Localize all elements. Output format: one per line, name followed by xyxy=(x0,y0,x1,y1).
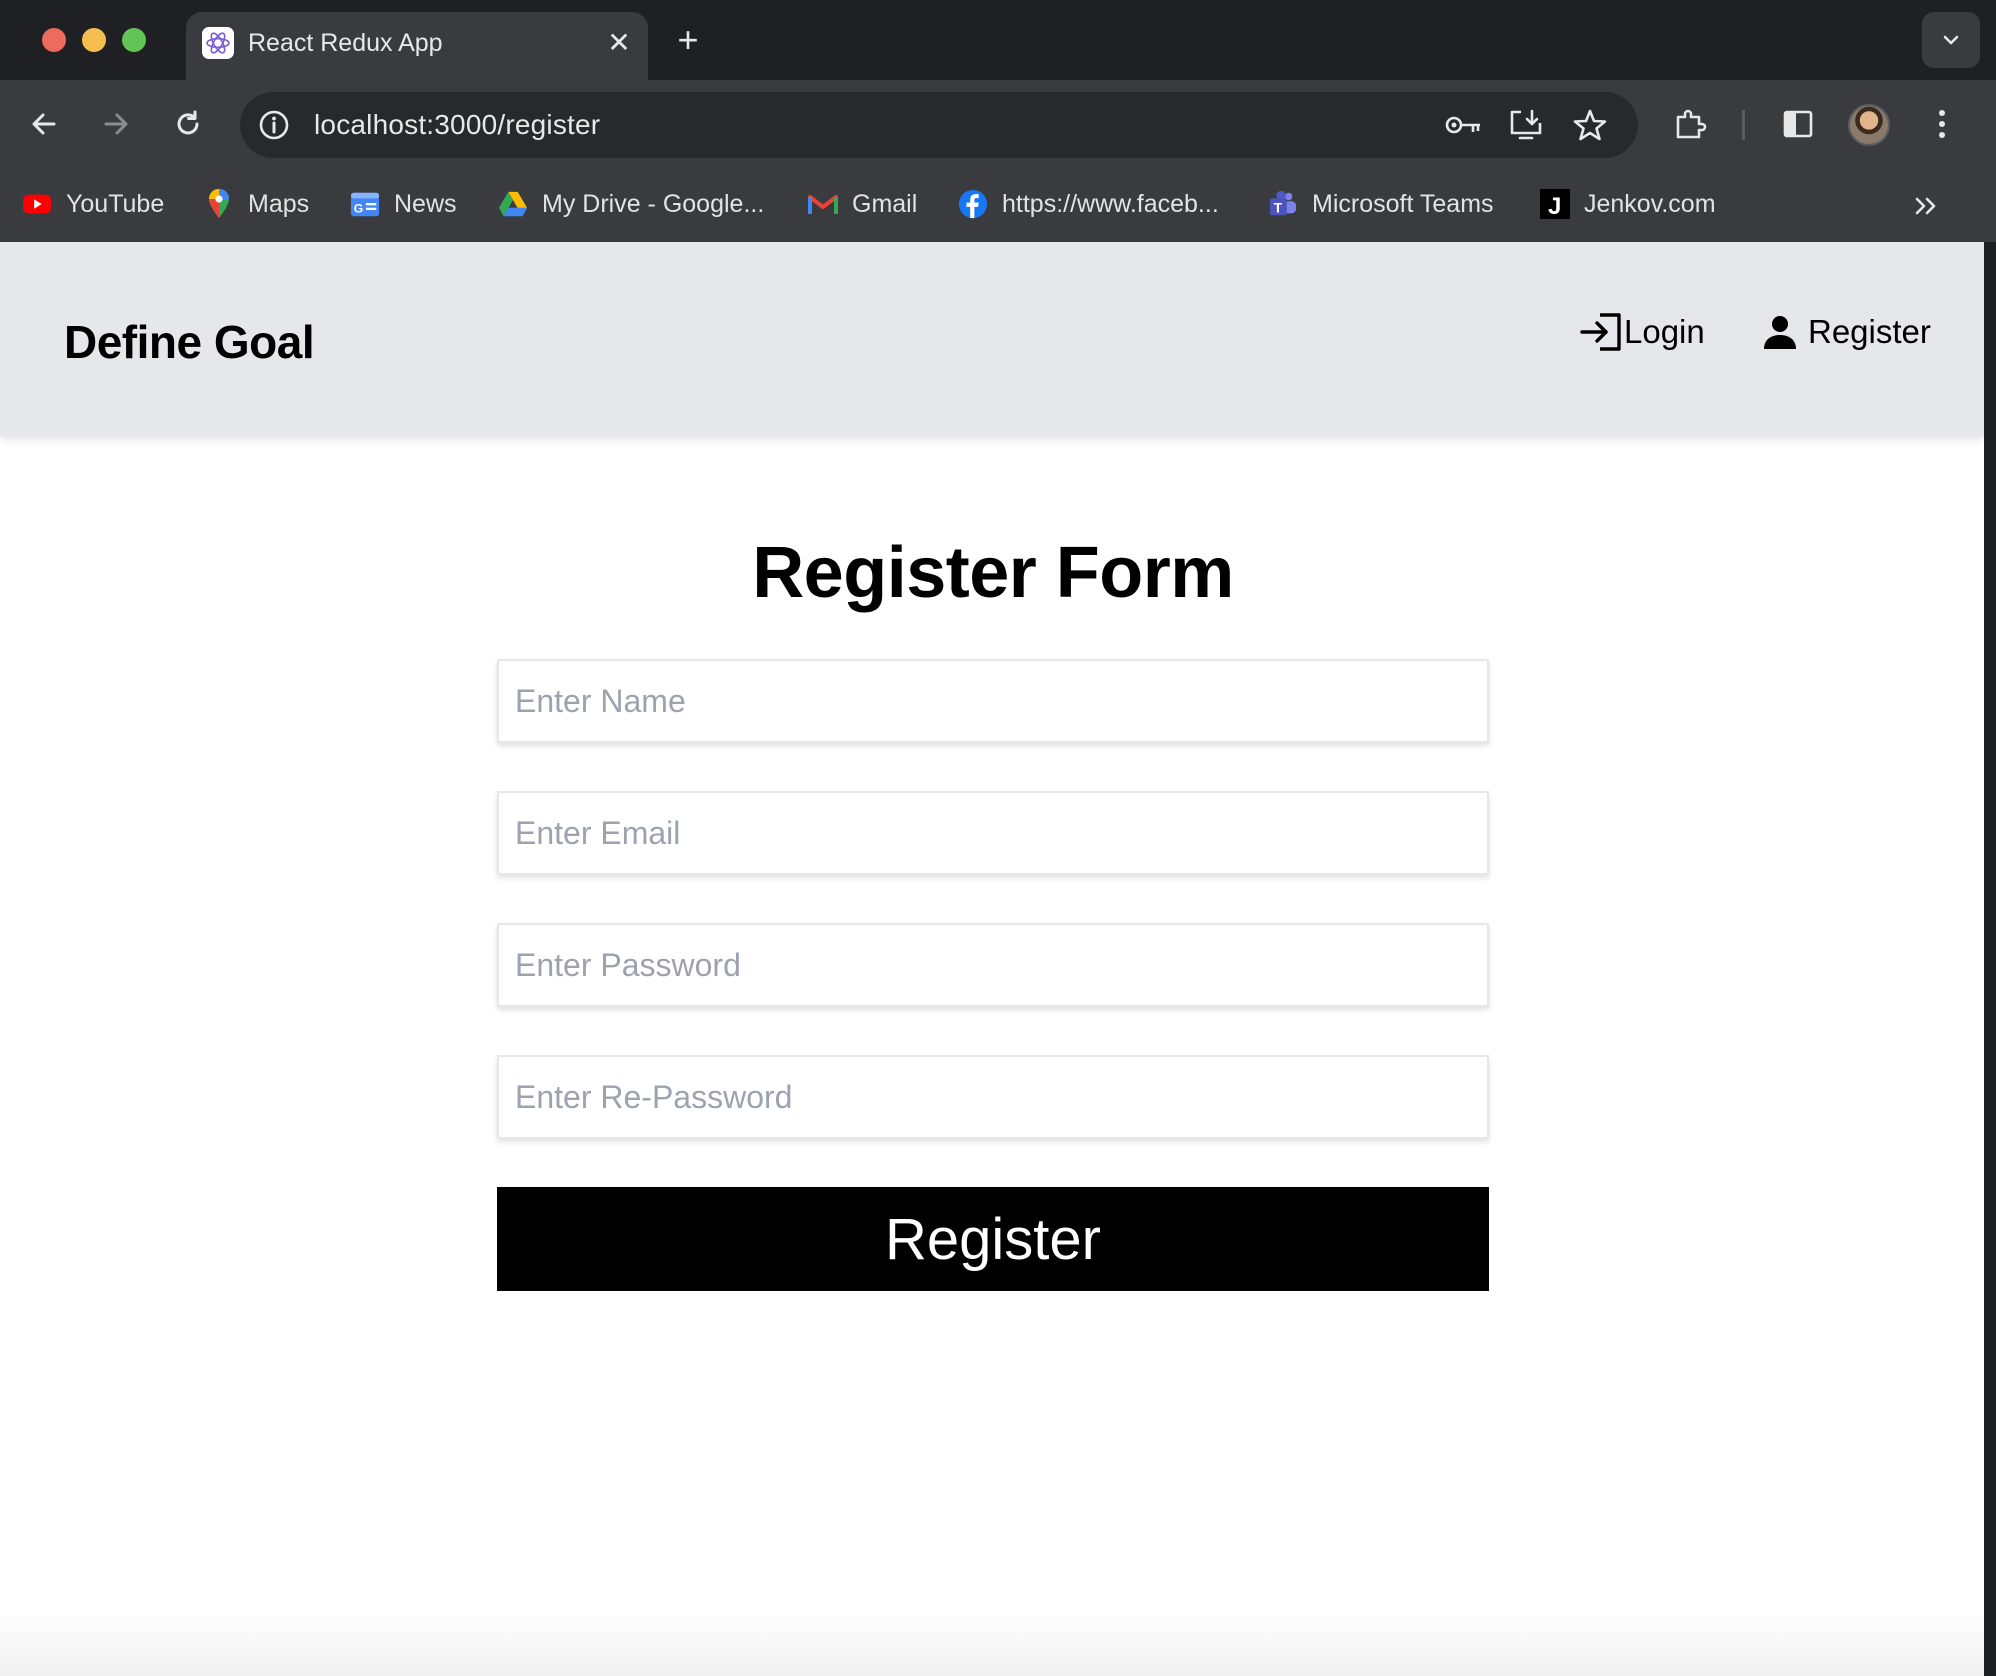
close-window-button[interactable] xyxy=(42,28,66,52)
bookmark-star-icon[interactable] xyxy=(1570,107,1610,143)
nav-register-link[interactable]: Register xyxy=(1758,306,1931,358)
url-text[interactable]: localhost:3000/register xyxy=(314,106,600,144)
user-icon xyxy=(1758,310,1802,354)
password-key-icon[interactable] xyxy=(1444,107,1484,143)
more-bookmarks-icon[interactable] xyxy=(1906,186,1946,226)
tab-search-button[interactable] xyxy=(1922,12,1980,68)
svg-text:J: J xyxy=(1548,193,1561,219)
bookmark-gmail[interactable]: Gmail xyxy=(808,184,917,224)
facebook-icon xyxy=(958,189,988,219)
site-info-icon[interactable] xyxy=(256,107,292,143)
bookmark-my-drive[interactable]: My Drive - Google... xyxy=(498,184,764,224)
bookmark-maps[interactable]: Maps xyxy=(204,184,309,224)
maps-icon xyxy=(204,189,234,219)
repassword-field[interactable] xyxy=(497,1055,1489,1139)
password-field[interactable] xyxy=(497,923,1489,1007)
news-icon: G xyxy=(350,189,380,219)
extensions-icon[interactable] xyxy=(1668,102,1712,146)
bookmark-jenkov[interactable]: J Jenkov.com xyxy=(1540,184,1716,224)
install-app-icon[interactable] xyxy=(1506,107,1546,143)
reload-button[interactable] xyxy=(166,102,210,146)
browser-toolbar: localhost:3000/register xyxy=(0,80,1996,168)
bookmarks-bar: YouTube Maps G News My Drive - Google...… xyxy=(0,168,1996,242)
bookmark-microsoft-teams[interactable]: T Microsoft Teams xyxy=(1268,184,1494,224)
register-submit-button[interactable]: Register xyxy=(497,1187,1489,1291)
back-button[interactable] xyxy=(22,102,66,146)
tab-active[interactable]: React Redux App ✕ xyxy=(186,12,648,80)
bookmark-youtube[interactable]: YouTube xyxy=(22,184,164,224)
side-panel-icon[interactable] xyxy=(1776,102,1820,146)
login-icon xyxy=(1580,310,1624,354)
profile-avatar[interactable] xyxy=(1848,104,1890,146)
tab-title: React Redux App xyxy=(248,29,443,57)
forward-arrow-icon xyxy=(104,113,128,135)
gmail-icon xyxy=(808,189,838,219)
nav-login-link[interactable]: Login xyxy=(1580,306,1705,358)
react-favicon-icon xyxy=(202,27,234,59)
bookmark-facebook[interactable]: https://www.faceb... xyxy=(958,184,1219,224)
app-header: Define Goal Login Register xyxy=(0,242,1984,436)
email-field[interactable] xyxy=(497,791,1489,875)
reload-icon xyxy=(177,110,199,135)
name-field[interactable] xyxy=(497,659,1489,743)
svg-text:G: G xyxy=(354,201,363,215)
back-arrow-icon xyxy=(32,113,56,135)
toolbar-divider xyxy=(1742,110,1745,140)
bookmark-news[interactable]: G News xyxy=(350,184,457,224)
chevron-down-icon xyxy=(1943,35,1959,45)
brand-title[interactable]: Define Goal xyxy=(64,314,315,370)
youtube-icon xyxy=(22,189,52,219)
address-bar[interactable]: localhost:3000/register xyxy=(240,92,1638,158)
drive-icon xyxy=(498,189,528,219)
new-tab-button[interactable]: + xyxy=(668,20,708,60)
minimize-window-button[interactable] xyxy=(82,28,106,52)
nav-register-label: Register xyxy=(1808,313,1931,350)
forward-button[interactable] xyxy=(94,102,138,146)
browser-titlebar: React Redux App ✕ + xyxy=(0,0,1996,80)
kebab-menu-icon[interactable] xyxy=(1920,102,1964,146)
tab-close-icon[interactable]: ✕ xyxy=(602,26,636,60)
maximize-window-button[interactable] xyxy=(122,28,146,52)
bottom-shadow xyxy=(0,1610,1984,1676)
teams-icon: T xyxy=(1268,189,1298,219)
form-title: Register Form xyxy=(752,533,1234,613)
window-edge xyxy=(1984,242,1996,1676)
svg-text:T: T xyxy=(1274,199,1283,215)
nav-login-label: Login xyxy=(1624,313,1705,350)
jenkov-icon: J xyxy=(1540,189,1570,219)
